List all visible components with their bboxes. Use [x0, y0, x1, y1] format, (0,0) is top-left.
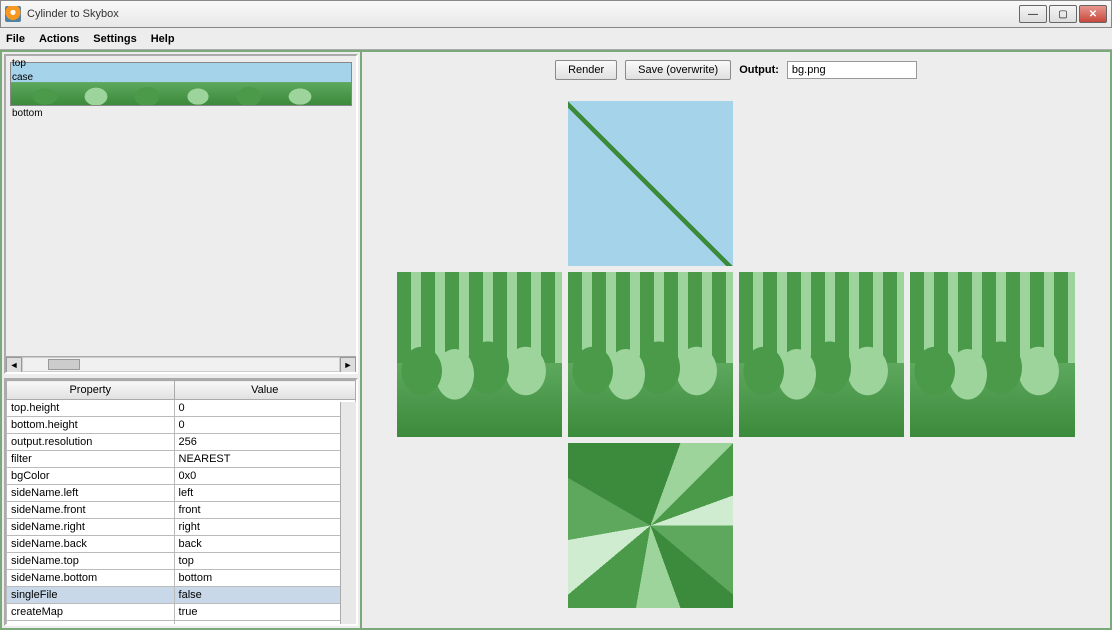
face-left: [397, 272, 562, 437]
face-top: [568, 101, 733, 266]
property-value[interactable]: true: [174, 604, 355, 621]
face-empty: [910, 101, 1075, 266]
table-row[interactable]: topOnSide1: [7, 621, 356, 627]
property-value[interactable]: back: [174, 536, 355, 553]
table-scrollbar[interactable]: [340, 402, 356, 624]
property-name[interactable]: sideName.front: [7, 502, 175, 519]
property-name[interactable]: sideName.right: [7, 519, 175, 536]
menu-settings[interactable]: Settings: [93, 33, 136, 45]
property-name[interactable]: sideName.left: [7, 485, 175, 502]
property-name[interactable]: bgColor: [7, 468, 175, 485]
table-row[interactable]: filterNEAREST: [7, 451, 356, 468]
table-row[interactable]: createMaptrue: [7, 604, 356, 621]
face-right: [739, 272, 904, 437]
property-value[interactable]: top: [174, 553, 355, 570]
table-row[interactable]: output.resolution256: [7, 434, 356, 451]
table-row[interactable]: singleFilefalse: [7, 587, 356, 604]
property-name[interactable]: filter: [7, 451, 175, 468]
preview-label-case: case: [12, 72, 33, 83]
face-empty: [397, 443, 562, 608]
property-name[interactable]: singleFile: [7, 587, 175, 604]
save-button[interactable]: Save (overwrite): [625, 60, 731, 80]
preview-strip: [10, 62, 352, 106]
preview-scrollbar[interactable]: ◄ ►: [6, 356, 356, 372]
preview-label-bottom: bottom: [12, 108, 43, 119]
window-controls: — ▢ ✕: [1019, 5, 1107, 23]
output-label: Output:: [739, 64, 779, 76]
table-row[interactable]: top.height0: [7, 400, 356, 417]
close-button[interactable]: ✕: [1079, 5, 1107, 23]
property-table: Property Value top.height0bottom.height0…: [4, 378, 358, 626]
property-value[interactable]: right: [174, 519, 355, 536]
cylinder-preview: top case bottom ◄ ►: [4, 54, 358, 374]
scroll-left-icon[interactable]: ◄: [6, 357, 22, 373]
minimize-button[interactable]: —: [1019, 5, 1047, 23]
window-title: Cylinder to Skybox: [27, 8, 1019, 20]
table-row[interactable]: bottom.height0: [7, 417, 356, 434]
table-row[interactable]: sideName.leftleft: [7, 485, 356, 502]
property-name[interactable]: top.height: [7, 400, 175, 417]
property-value[interactable]: 0: [174, 400, 355, 417]
property-value[interactable]: 1: [174, 621, 355, 627]
face-empty: [739, 101, 904, 266]
col-property[interactable]: Property: [7, 381, 175, 400]
toolbar: Render Save (overwrite) Output:: [366, 56, 1106, 84]
scroll-track[interactable]: [22, 357, 340, 372]
skybox-output: [366, 84, 1106, 624]
output-field[interactable]: [787, 61, 917, 79]
java-icon: [5, 6, 21, 22]
workspace: top case bottom ◄ ► Property Value top.h…: [0, 50, 1112, 630]
property-name[interactable]: output.resolution: [7, 434, 175, 451]
property-value[interactable]: false: [174, 587, 355, 604]
property-name[interactable]: sideName.bottom: [7, 570, 175, 587]
left-pane: top case bottom ◄ ► Property Value top.h…: [2, 52, 362, 628]
scroll-thumb[interactable]: [48, 359, 80, 370]
preview-label-top: top: [12, 58, 26, 69]
property-value[interactable]: front: [174, 502, 355, 519]
property-value[interactable]: 0: [174, 417, 355, 434]
property-name[interactable]: topOnSide: [7, 621, 175, 627]
menu-help[interactable]: Help: [151, 33, 175, 45]
table-row[interactable]: sideName.backback: [7, 536, 356, 553]
render-button[interactable]: Render: [555, 60, 617, 80]
maximize-button[interactable]: ▢: [1049, 5, 1077, 23]
table-row[interactable]: sideName.bottombottom: [7, 570, 356, 587]
table-row[interactable]: sideName.toptop: [7, 553, 356, 570]
property-name[interactable]: sideName.back: [7, 536, 175, 553]
menubar: File Actions Settings Help: [0, 28, 1112, 50]
table-row[interactable]: bgColor0x0: [7, 468, 356, 485]
col-value[interactable]: Value: [174, 381, 355, 400]
titlebar: Cylinder to Skybox — ▢ ✕: [0, 0, 1112, 28]
face-empty: [910, 443, 1075, 608]
property-value[interactable]: left: [174, 485, 355, 502]
face-bottom: [568, 443, 733, 608]
property-value[interactable]: NEAREST: [174, 451, 355, 468]
property-name[interactable]: sideName.top: [7, 553, 175, 570]
property-name[interactable]: createMap: [7, 604, 175, 621]
menu-file[interactable]: File: [6, 33, 25, 45]
face-empty: [397, 101, 562, 266]
table-row[interactable]: sideName.rightright: [7, 519, 356, 536]
menu-actions[interactable]: Actions: [39, 33, 79, 45]
property-name[interactable]: bottom.height: [7, 417, 175, 434]
table-row[interactable]: sideName.frontfront: [7, 502, 356, 519]
property-value[interactable]: 0x0: [174, 468, 355, 485]
property-value[interactable]: 256: [174, 434, 355, 451]
face-empty: [739, 443, 904, 608]
face-back: [910, 272, 1075, 437]
face-front: [568, 272, 733, 437]
property-value[interactable]: bottom: [174, 570, 355, 587]
scroll-right-icon[interactable]: ►: [340, 357, 356, 373]
right-pane: Render Save (overwrite) Output:: [362, 52, 1110, 628]
